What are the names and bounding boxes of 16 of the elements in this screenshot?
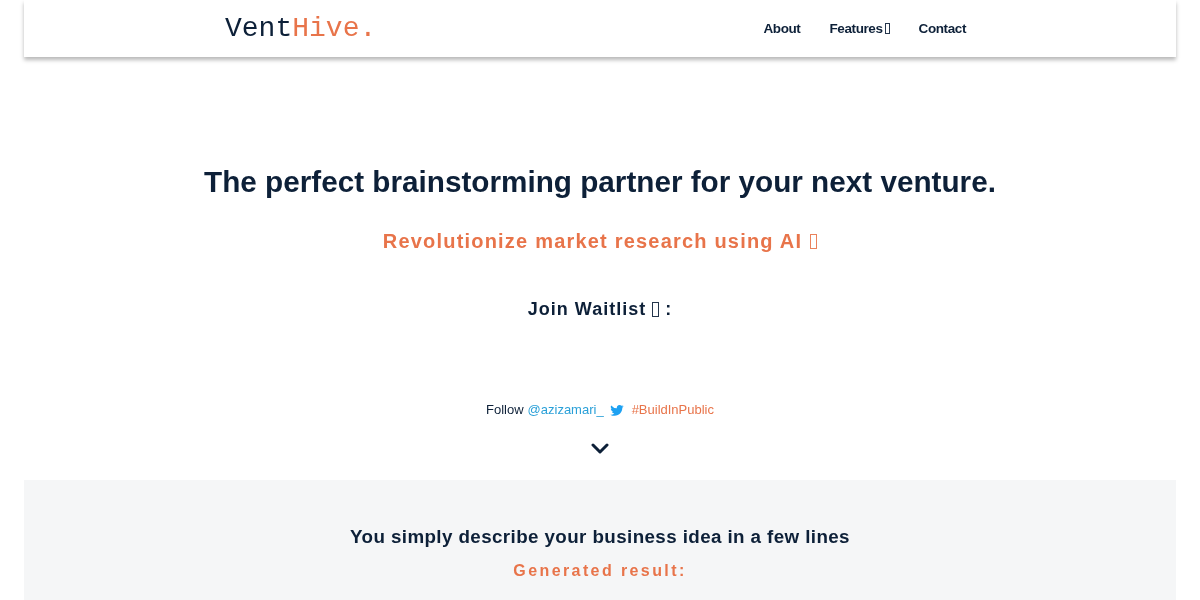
tagline: Revolutionize market research using AI [382,229,803,254]
waitlist-colon: : [665,298,673,321]
nav-link[interactable]: About [763,21,801,36]
follow-label: Follow [486,401,524,419]
section-subtitle: Generated result: [513,561,687,581]
nav-link[interactable]: Features [829,21,890,36]
glyph-box-icon [884,23,890,34]
glyph-box-icon [652,301,660,317]
nav-link[interactable]: Contact [918,21,966,36]
waitlist-label: Join Waitlist [527,298,647,321]
chevron-down-icon[interactable] [591,443,609,455]
section-title: You simply describe your business idea in a few lines [350,525,850,549]
bird-icon[interactable] [609,404,624,416]
glyph-box-icon [810,233,818,249]
headline: The perfect brainstorming partner for your next venture. [204,164,996,200]
logo[interactable]: VentHive. [225,11,377,46]
